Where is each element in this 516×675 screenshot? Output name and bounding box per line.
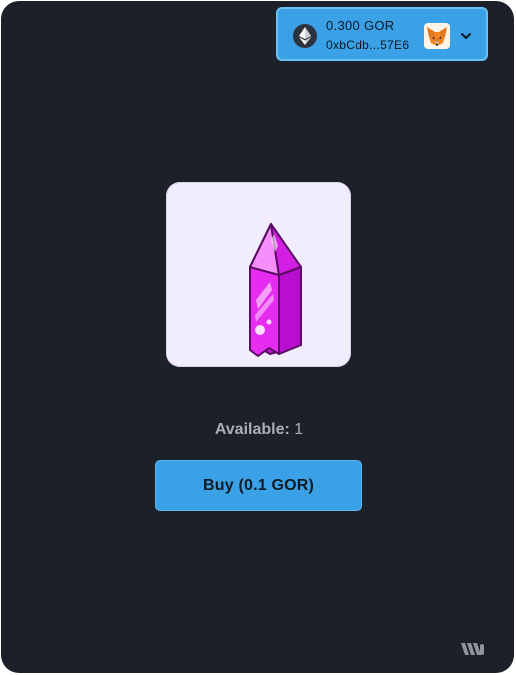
- wallet-address: 0xbCdb...57E6: [326, 38, 410, 52]
- availability-count: 1: [294, 421, 304, 438]
- ethereum-icon: [293, 24, 317, 48]
- chevron-down-icon: [460, 28, 472, 46]
- metamask-fox-icon: [424, 23, 450, 49]
- mint-card: 0.300 GOR 0xbCdb...57E6 Available: 1 Buy…: [1, 1, 514, 673]
- availability-label: Available:: [214, 421, 290, 438]
- wallet-balance: 0.300 GOR: [326, 18, 395, 33]
- buy-button[interactable]: Buy (0.1 GOR): [155, 460, 362, 511]
- item-image: [166, 182, 351, 367]
- availability-text: Available: 1: [1, 421, 514, 439]
- crystal-image: [249, 223, 302, 357]
- brand-logo-icon: [461, 641, 485, 662]
- wallet-account-button[interactable]: 0.300 GOR 0xbCdb...57E6: [276, 7, 488, 61]
